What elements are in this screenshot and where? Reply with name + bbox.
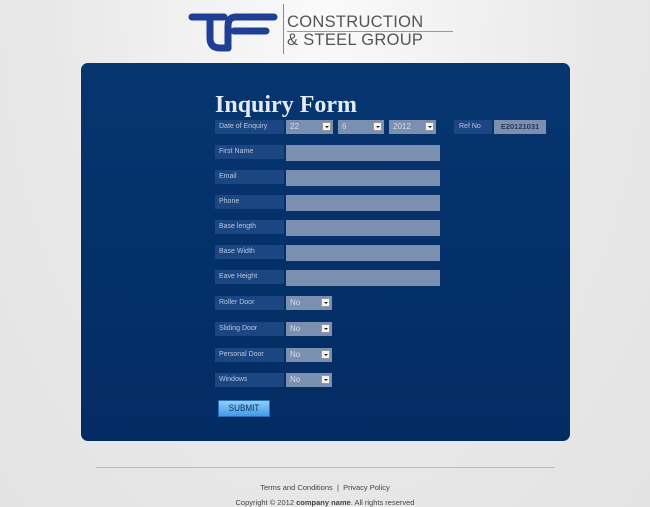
email-input[interactable] [286, 170, 440, 186]
roller-door-value: No [290, 298, 301, 307]
ref-label: Ref No [454, 120, 492, 134]
windows-select[interactable]: No [286, 373, 332, 387]
base-length-input[interactable] [286, 220, 440, 236]
footer-divider [96, 467, 554, 468]
date-label: Date of Enquiry [215, 120, 284, 134]
year-select[interactable]: 2012 [389, 120, 436, 134]
personal-door-select[interactable]: No [286, 348, 332, 362]
sliding-door-value: No [290, 324, 301, 333]
page-title: Inquiry Form [215, 92, 358, 118]
chevron-down-icon [321, 375, 330, 384]
chevron-down-icon [425, 122, 434, 131]
day-select[interactable]: 22 [286, 120, 333, 134]
company-logo: CONSTRUCTION & STEEL GROUP [188, 4, 458, 56]
footer-separator: | [336, 483, 339, 492]
email-label: Email [215, 170, 284, 184]
month-value: 6 [342, 122, 347, 131]
logo-line1: CONSTRUCTION [287, 13, 424, 31]
chevron-down-icon [373, 122, 382, 131]
terms-link[interactable]: Terms and Conditions [260, 483, 333, 492]
roller-door-label: Roller Door [215, 296, 284, 310]
chevron-down-icon [321, 324, 330, 333]
privacy-link[interactable]: Privacy Policy [343, 483, 390, 492]
sliding-door-select[interactable]: No [286, 322, 332, 336]
footer-links: Terms and Conditions | Privacy Policy [0, 483, 650, 492]
personal-door-value: No [290, 350, 301, 359]
ref-value: E20121031 [494, 120, 546, 134]
company-name: company name [296, 498, 351, 507]
logo-line2: & STEEL GROUP [287, 31, 424, 49]
base-length-label: Base length [215, 220, 284, 234]
phone-label: Phone [215, 195, 284, 209]
first-name-input[interactable] [286, 145, 440, 161]
base-width-label: Base Width [215, 245, 284, 259]
windows-label: Windows [215, 373, 284, 387]
base-width-input[interactable] [286, 245, 440, 261]
roller-door-select[interactable]: No [286, 296, 332, 310]
copyright-prefix: Copyright © 2012 [235, 498, 297, 507]
day-value: 22 [290, 122, 299, 131]
copyright-suffix: . All rights reserved [350, 498, 415, 507]
sliding-door-label: Sliding Door [215, 322, 284, 336]
tcf-logo-mark [188, 13, 278, 52]
phone-input[interactable] [286, 195, 440, 211]
personal-door-label: Personal Door [215, 348, 284, 362]
month-select[interactable]: 6 [338, 120, 384, 134]
eave-height-input[interactable] [286, 270, 440, 286]
first-name-label: First Name [215, 145, 284, 159]
submit-button[interactable]: SUBMIT [217, 400, 271, 417]
eave-height-label: Eave Height [215, 270, 284, 284]
chevron-down-icon [322, 122, 331, 131]
copyright: Copyright © 2012 company name. All right… [0, 498, 650, 507]
chevron-down-icon [321, 350, 330, 359]
windows-value: No [290, 375, 301, 384]
year-value: 2012 [393, 122, 411, 131]
chevron-down-icon [321, 298, 330, 307]
